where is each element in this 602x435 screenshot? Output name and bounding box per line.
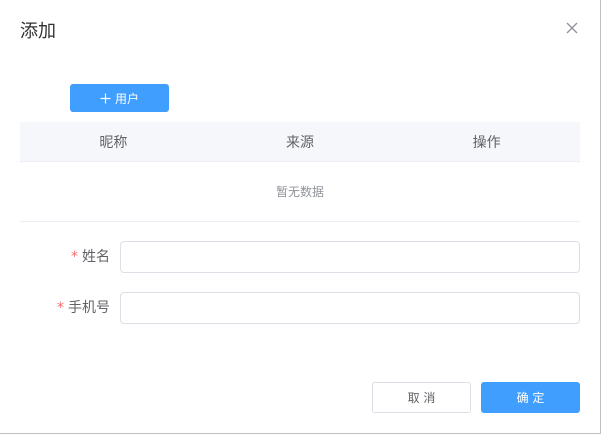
add-user-label: 用户 [114,91,139,106]
name-form-item: * 姓名 [20,241,580,273]
column-header-source: 来源 [286,134,314,151]
name-label-text: 姓名 [82,249,110,265]
add-dialog: 添加 用户 昵称 来源 操作 暂无数据 * 姓名 * 手机号 取 消 确 定 [0,0,601,434]
plus-icon [100,93,111,104]
name-input[interactable] [120,241,580,273]
phone-input[interactable] [120,292,580,324]
cancel-button[interactable]: 取 消 [372,382,471,413]
column-header-nickname: 昵称 [99,134,128,151]
confirm-button[interactable]: 确 定 [481,382,580,413]
name-label: * 姓名 [71,241,110,273]
required-mark: * [71,249,78,265]
close-icon[interactable] [563,19,581,37]
phone-form-item: * 手机号 [20,292,580,324]
user-table: 昵称 来源 操作 暂无数据 [20,122,580,222]
table-header: 昵称 来源 操作 [20,122,580,162]
dialog-title: 添加 [20,21,56,42]
add-user-button[interactable]: 用户 [70,84,169,112]
phone-label: * 手机号 [57,292,110,324]
required-mark: * [57,300,64,316]
table-empty-text: 暂无数据 [20,162,580,222]
phone-label-text: 手机号 [68,300,110,316]
column-header-actions: 操作 [472,134,501,151]
